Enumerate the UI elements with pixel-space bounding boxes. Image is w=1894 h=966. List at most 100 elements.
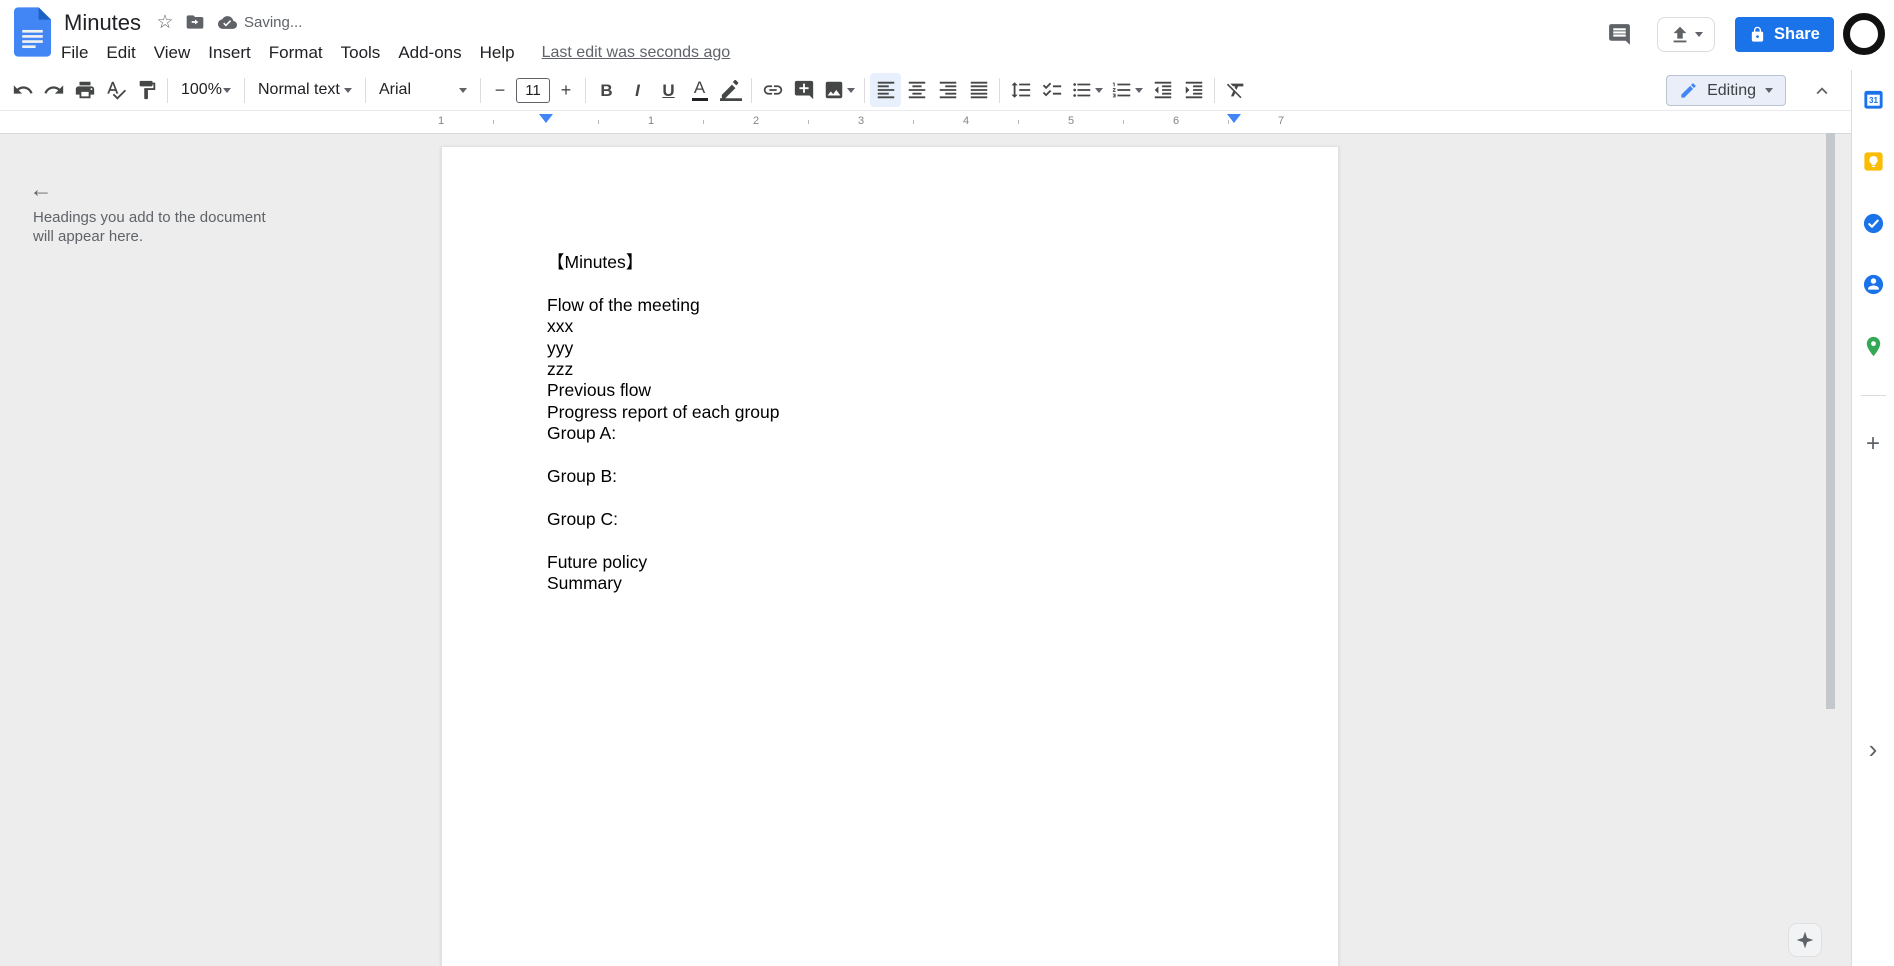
paragraph-style-select[interactable]: Normal text [250,73,360,107]
doc-line[interactable]: Future policy [547,552,1233,573]
document-title-input[interactable]: Minutes [64,10,141,36]
bold-button[interactable]: B [591,73,622,107]
keep-icon [1863,151,1883,171]
star-button[interactable]: ☆ [150,8,180,36]
outline-hint: Headings you add to the document will ap… [33,209,266,245]
upload-button[interactable] [1657,17,1715,52]
doc-line[interactable]: Previous flow [547,380,1233,401]
redo-button[interactable] [38,73,69,107]
insert-link-button[interactable] [757,73,788,107]
doc-line[interactable]: Progress report of each group [547,402,1233,423]
align-center-button[interactable] [901,73,932,107]
menu-insert[interactable]: Insert [199,40,260,66]
spell-check-button[interactable] [100,73,131,107]
last-edit-link[interactable]: Last edit was seconds ago [542,44,731,62]
decrease-font-size-button[interactable]: − [486,73,514,107]
contacts-button[interactable] [1854,265,1892,303]
move-to-folder-button[interactable] [180,8,210,36]
font-size-input[interactable]: 11 [516,77,550,103]
italic-button[interactable]: I [622,73,653,107]
undo-button[interactable] [7,73,38,107]
checklist-button[interactable] [1036,73,1067,107]
calendar-button[interactable]: 31 [1854,80,1892,118]
vertical-scrollbar[interactable] [1826,133,1835,709]
left-indent-marker[interactable] [539,114,553,123]
doc-line[interactable]: Group A: [547,423,1233,444]
add-comment-button[interactable] [788,73,819,107]
document-canvas: ← Headings you add to the document will … [0,133,1851,966]
line-spacing-button[interactable] [1005,73,1036,107]
text-color-button[interactable]: A [684,73,715,107]
document-page[interactable]: 【Minutes】 Flow of the meeting xxx yyy zz… [441,146,1339,966]
toolbar-divider [167,77,168,103]
plus-icon: + [1865,430,1880,457]
doc-line[interactable]: Summary [547,573,1233,594]
doc-line[interactable]: yyy [547,338,1233,359]
doc-line[interactable]: xxx [547,316,1233,337]
upload-icon [1673,26,1687,42]
align-left-button[interactable] [870,73,901,107]
doc-line[interactable]: zzz [547,359,1233,380]
share-label: Share [1774,25,1820,43]
menu-add-ons[interactable]: Add-ons [389,40,470,66]
doc-line[interactable] [547,530,1233,551]
numbered-list-button[interactable] [1107,73,1147,107]
show-side-panel-button[interactable]: › [1854,729,1892,769]
comment-history-button[interactable] [1599,14,1639,54]
doc-line[interactable]: Group B: [547,466,1233,487]
doc-line[interactable] [547,445,1233,466]
ruler-number: 1 [437,115,445,127]
align-right-button[interactable] [932,73,963,107]
align-justify-button[interactable] [963,73,994,107]
pencil-icon [1681,83,1696,98]
menu-edit[interactable]: Edit [97,40,144,66]
tasks-button[interactable] [1854,204,1892,242]
share-button[interactable]: Share [1735,17,1834,52]
plus-icon: + [560,80,572,100]
bulleted-list-icon [1073,83,1091,97]
keep-button[interactable] [1854,142,1892,180]
doc-line[interactable]: 【Minutes】 [547,252,1233,273]
paint-format-button[interactable] [131,73,162,107]
increase-font-size-button[interactable]: + [552,73,580,107]
ruler-tick [598,120,599,124]
clear-formatting-button[interactable] [1220,73,1251,107]
right-indent-marker[interactable] [1227,114,1241,123]
doc-line[interactable] [547,487,1233,508]
menu-view[interactable]: View [145,40,200,66]
font-family-select[interactable]: Arial [371,73,475,107]
doc-line[interactable]: Flow of the meeting [547,295,1233,316]
indent-increase-icon [1185,81,1202,99]
get-add-ons-button[interactable]: + [1854,425,1892,463]
ruler-number: 7 [1277,115,1285,127]
menu-file[interactable]: File [52,40,97,66]
hide-menus-button[interactable] [1805,74,1839,108]
increase-indent-button[interactable] [1178,73,1209,107]
avatar[interactable] [1843,13,1885,55]
document-text: 【Minutes】 Flow of the meeting xxx yyy zz… [442,147,1338,594]
maps-button[interactable] [1854,327,1892,365]
toolbar-divider [244,77,245,103]
toolbar-divider [999,77,1000,103]
underline-button[interactable]: U [653,73,684,107]
doc-line[interactable] [547,273,1233,294]
close-outline-button[interactable]: ← [22,170,60,208]
menu-help[interactable]: Help [471,40,524,66]
decrease-indent-button[interactable] [1147,73,1178,107]
highlight-color-button[interactable] [715,73,746,107]
image-icon [825,81,843,99]
editing-mode-button[interactable]: Editing [1666,75,1786,106]
maps-icon [1866,336,1880,356]
comment-history-icon [1608,23,1630,45]
insert-image-button[interactable] [819,73,859,107]
explore-button[interactable] [1788,923,1822,957]
folder-move-icon [186,15,204,29]
mode-label: Editing [1707,81,1756,99]
zoom-select[interactable]: 100% [173,73,239,107]
docs-logo[interactable] [14,7,51,57]
bulleted-list-button[interactable] [1067,73,1107,107]
menu-tools[interactable]: Tools [332,40,390,66]
print-button[interactable] [69,73,100,107]
doc-line[interactable]: Group C: [547,509,1233,530]
menu-format[interactable]: Format [260,40,332,66]
